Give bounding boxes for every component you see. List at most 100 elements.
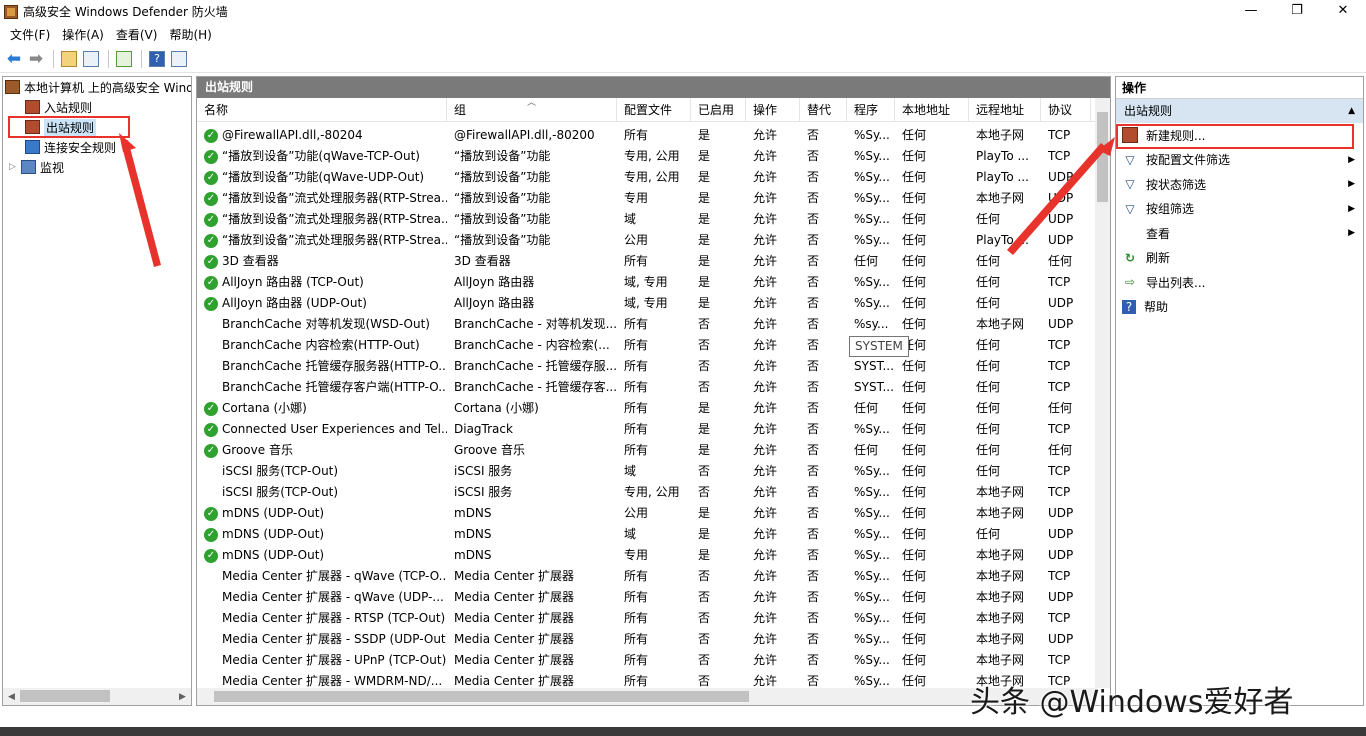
back-arrow-icon[interactable]: ⬅ xyxy=(4,49,24,69)
table-row[interactable]: ✓“播放到设备”流式处理服务器(RTP-Strea...“播放到设备”功能公用是… xyxy=(197,230,1097,251)
menu-view[interactable]: 查看(V) xyxy=(110,26,164,43)
table-row[interactable]: Media Center 扩展器 - SSDP (UDP-Out)Media C… xyxy=(197,629,1097,650)
column-header-action[interactable]: 操作 xyxy=(746,98,800,122)
rules-horizontal-scrollbar[interactable] xyxy=(197,688,1097,705)
cell-override: 否 xyxy=(800,440,847,461)
cell-enabled: 否 xyxy=(691,608,746,629)
column-header-remote-address[interactable]: 远程地址 xyxy=(969,98,1041,122)
cell-local-address: 任何 xyxy=(895,608,969,629)
filter-icon: ▽ xyxy=(1122,201,1138,217)
tree-item-inbound[interactable]: 入站规则 xyxy=(3,97,191,117)
cell-override: 否 xyxy=(800,209,847,230)
rule-name: BranchCache 内容检索(HTTP-Out) xyxy=(222,335,420,356)
cell-override: 否 xyxy=(800,629,847,650)
tree-root[interactable]: 本地计算机 上的高级安全 Windows Defender 防火墙 xyxy=(3,77,191,97)
table-row[interactable]: BranchCache 内容检索(HTTP-Out) BranchCache - … xyxy=(197,335,1097,356)
action-item[interactable]: ⇨导出列表... xyxy=(1116,270,1363,295)
cell-group: BranchCache - 内容检索(... xyxy=(447,335,617,356)
cell-remote-address: 任何 xyxy=(969,251,1041,272)
expand-chevron-icon[interactable]: ▷ xyxy=(9,162,21,172)
scroll-left-icon[interactable]: ◀ xyxy=(3,692,20,702)
actions-section-outbound[interactable]: 出站规则 ▲ xyxy=(1116,99,1363,123)
up-folder-icon[interactable] xyxy=(59,49,79,69)
table-row[interactable]: BranchCache 托管缓存客户端(HTTP-O...BranchCache… xyxy=(197,377,1097,398)
action-pane-icon[interactable] xyxy=(169,49,189,69)
rule-name: 3D 查看器 xyxy=(222,251,279,272)
table-row[interactable]: ✓“播放到设备”流式处理服务器(RTP-Strea...“播放到设备”功能域是允… xyxy=(197,209,1097,230)
column-header-enabled[interactable]: 已启用 xyxy=(691,98,746,122)
cell-action: 允许 xyxy=(746,230,800,251)
menu-file[interactable]: 文件(F) xyxy=(4,26,56,43)
action-item[interactable]: ▽按状态筛选▶ xyxy=(1116,172,1363,197)
column-header-protocol[interactable]: 协议 xyxy=(1041,98,1091,122)
rule-name-cell: Media Center 扩展器 - SSDP (UDP-Out) xyxy=(197,629,447,650)
cell-program: %Sy... xyxy=(847,629,895,650)
cell-action: 允许 xyxy=(746,650,800,671)
column-header-program[interactable]: 程序 xyxy=(847,98,895,122)
cell-override: 否 xyxy=(800,293,847,314)
table-row[interactable]: ✓AllJoyn 路由器 (UDP-Out)AllJoyn 路由器域, 专用是允… xyxy=(197,293,1097,314)
table-row[interactable]: iSCSI 服务(TCP-Out)iSCSI 服务专用, 公用否允许否%Sy..… xyxy=(197,482,1097,503)
show-hide-tree-icon[interactable] xyxy=(81,49,101,69)
table-row[interactable]: ✓mDNS (UDP-Out)mDNS域是允许否%Sy...任何任何UDP xyxy=(197,524,1097,545)
rules-vertical-scrollbar[interactable] xyxy=(1095,98,1110,688)
window-title: 高级安全 Windows Defender 防火墙 xyxy=(23,3,228,20)
table-row[interactable]: ✓Groove 音乐Groove 音乐所有是允许否任何任何任何任何 xyxy=(197,440,1097,461)
table-row[interactable]: ✓mDNS (UDP-Out)mDNS专用是允许否%Sy...任何本地子网UDP xyxy=(197,545,1097,566)
cell-program: %Sy... xyxy=(847,650,895,671)
table-row[interactable]: iSCSI 服务(TCP-Out)iSCSI 服务域否允许否%Sy...任何任何… xyxy=(197,461,1097,482)
table-row[interactable]: BranchCache 托管缓存服务器(HTTP-O...BranchCache… xyxy=(197,356,1097,377)
export-list-icon[interactable] xyxy=(114,49,134,69)
menu-action[interactable]: 操作(A) xyxy=(56,26,110,43)
rule-name-cell: ✓“播放到设备”流式处理服务器(RTP-Strea... xyxy=(197,188,447,209)
tree-item-connection-security[interactable]: 连接安全规则 xyxy=(3,137,191,157)
menu-help[interactable]: 帮助(H) xyxy=(163,26,217,43)
scroll-thumb[interactable] xyxy=(20,690,110,702)
table-row[interactable]: ✓@FirewallAPI.dll,-80204@FirewallAPI.dll… xyxy=(197,125,1097,146)
cell-action: 允许 xyxy=(746,167,800,188)
tree-item-monitoring[interactable]: ▷ 监视 xyxy=(3,157,191,177)
table-row[interactable]: Media Center 扩展器 - RTSP (TCP-Out)Media C… xyxy=(197,608,1097,629)
scroll-thumb[interactable] xyxy=(1097,112,1108,202)
action-item[interactable]: ?帮助 xyxy=(1116,295,1363,320)
help-icon[interactable]: ? xyxy=(147,49,167,69)
table-row[interactable]: ✓Connected User Experiences and Tel...Di… xyxy=(197,419,1097,440)
rule-name: Media Center 扩展器 - SSDP (UDP-Out) xyxy=(222,629,447,650)
cell-enabled: 是 xyxy=(691,545,746,566)
cell-profile: 所有 xyxy=(617,377,691,398)
table-row[interactable]: ✓“播放到设备”流式处理服务器(RTP-Strea...“播放到设备”功能专用是… xyxy=(197,188,1097,209)
tooltip: SYSTEM xyxy=(849,336,909,357)
table-row[interactable]: BranchCache 对等机发现(WSD-Out)BranchCache - … xyxy=(197,314,1097,335)
forward-arrow-icon[interactable]: ➡ xyxy=(26,49,46,69)
column-header-name[interactable]: 名称 xyxy=(197,98,447,122)
column-header-profile[interactable]: 配置文件 xyxy=(617,98,691,122)
table-row[interactable]: Media Center 扩展器 - qWave (TCP-O...Media … xyxy=(197,566,1097,587)
action-item[interactable]: ▽按组筛选▶ xyxy=(1116,197,1363,222)
close-button[interactable]: ✕ xyxy=(1320,0,1366,23)
action-item[interactable]: ↻刷新 xyxy=(1116,246,1363,271)
scroll-right-icon[interactable]: ▶ xyxy=(174,692,191,702)
table-row[interactable]: ✓AllJoyn 路由器 (TCP-Out)AllJoyn 路由器域, 专用是允… xyxy=(197,272,1097,293)
action-item[interactable]: 查看▶ xyxy=(1116,221,1363,246)
table-row[interactable]: Media Center 扩展器 - qWave (UDP-...Media C… xyxy=(197,587,1097,608)
column-header-override[interactable]: 替代 xyxy=(800,98,847,122)
table-row[interactable]: ✓Cortana (小娜)Cortana (小娜)所有是允许否任何任何任何任何 xyxy=(197,398,1097,419)
table-row[interactable]: ✓mDNS (UDP-Out)mDNS公用是允许否%Sy...任何本地子网UDP xyxy=(197,503,1097,524)
cell-program: %Sy... xyxy=(847,419,895,440)
table-row[interactable]: ✓3D 查看器3D 查看器所有是允许否任何任何任何任何 xyxy=(197,251,1097,272)
maximize-button[interactable]: ❐ xyxy=(1274,0,1320,23)
action-item[interactable]: ▽按配置文件筛选▶ xyxy=(1116,148,1363,173)
table-row[interactable]: Media Center 扩展器 - UPnP (TCP-Out)Media C… xyxy=(197,650,1097,671)
cell-action: 允许 xyxy=(746,608,800,629)
menu-bar: 文件(F) 操作(A) 查看(V) 帮助(H) xyxy=(0,23,1366,45)
column-header-local-address[interactable]: 本地地址 xyxy=(895,98,969,122)
cell-profile: 所有 xyxy=(617,251,691,272)
table-row[interactable]: ✓“播放到设备”功能(qWave-TCP-Out)“播放到设备”功能专用, 公用… xyxy=(197,146,1097,167)
collapse-up-icon[interactable]: ▲ xyxy=(1348,99,1355,123)
minimize-button[interactable]: — xyxy=(1228,0,1274,23)
table-row[interactable]: ✓“播放到设备”功能(qWave-UDP-Out)“播放到设备”功能专用, 公用… xyxy=(197,167,1097,188)
cell-program: %Sy... xyxy=(847,293,895,314)
scroll-thumb[interactable] xyxy=(214,691,749,702)
tree-horizontal-scrollbar[interactable]: ◀ ▶ xyxy=(3,688,191,705)
rule-name: Media Center 扩展器 - qWave (UDP-... xyxy=(222,587,444,608)
